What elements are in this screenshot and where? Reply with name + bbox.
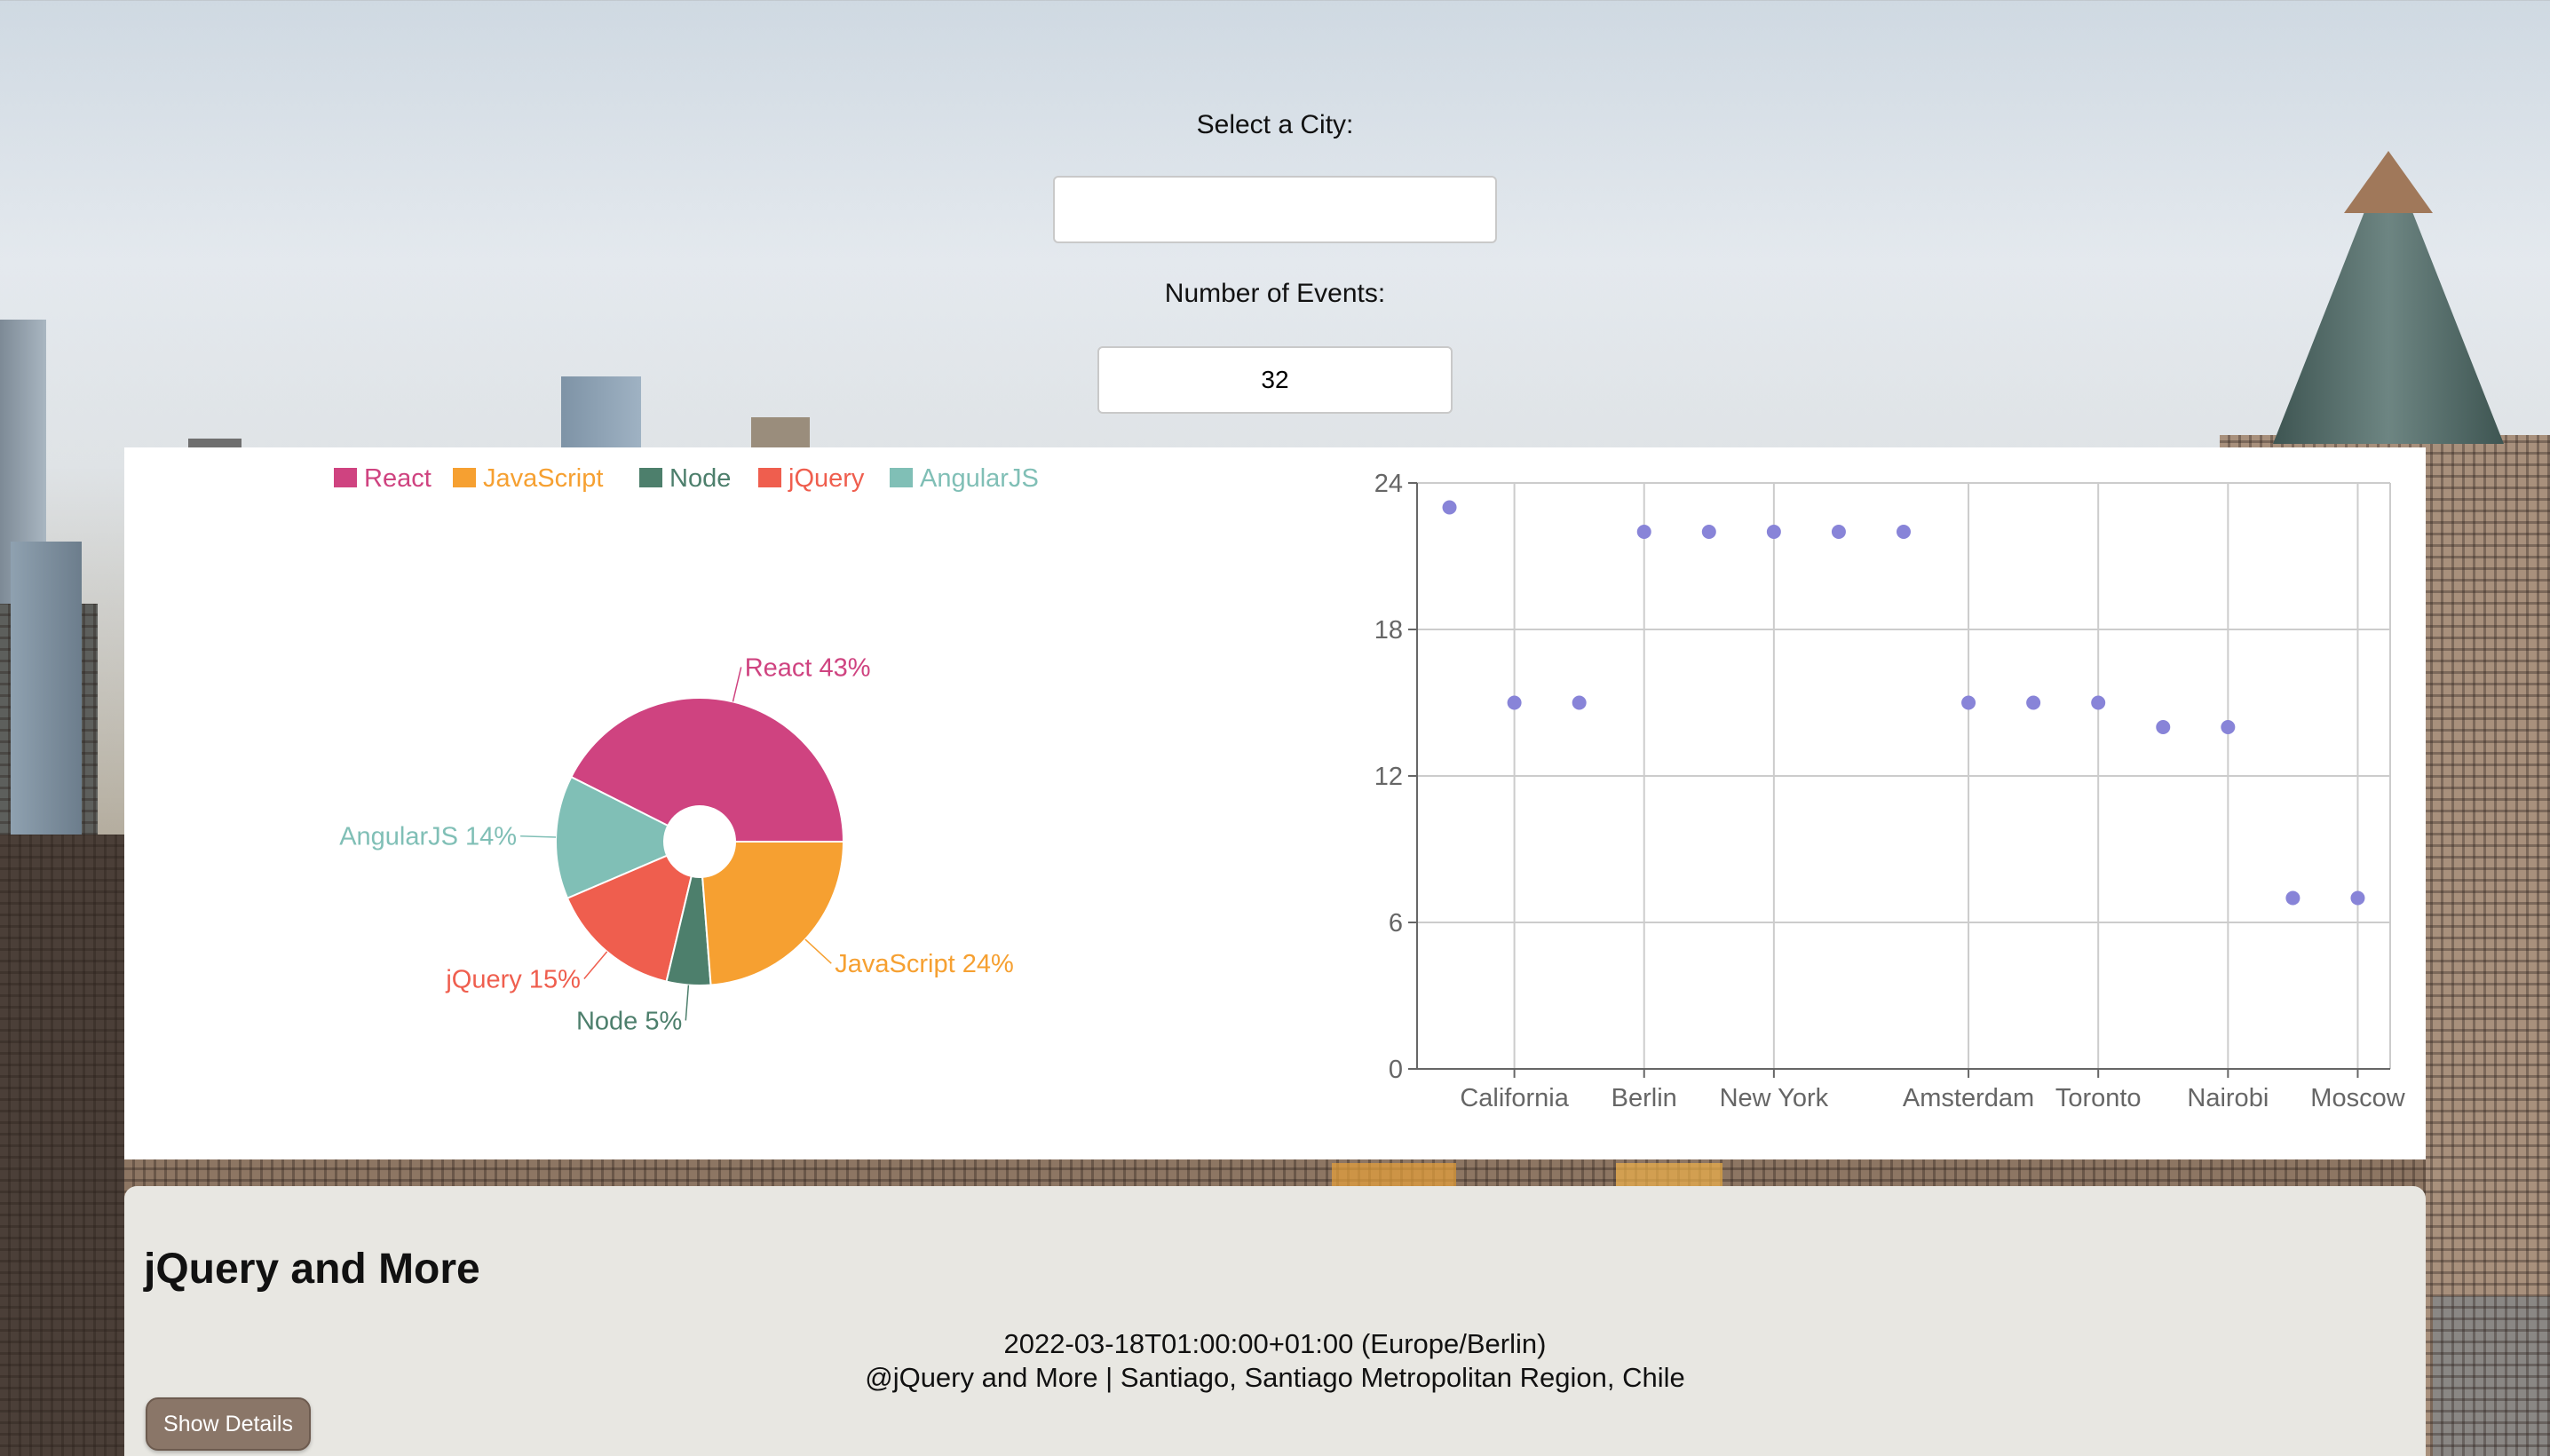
pie-data-label: Node 5% <box>576 1007 682 1035</box>
scatter-point[interactable] <box>2026 695 2041 710</box>
pie-data-label: React 43% <box>745 653 871 682</box>
event-title: jQuery and More <box>144 1246 480 1293</box>
pie-label-line <box>583 951 608 979</box>
scatter-point[interactable] <box>2285 890 2301 906</box>
event-location: @jQuery and More | Santiago, Santiago Me… <box>865 1362 1685 1393</box>
scatter-point[interactable] <box>1572 695 1587 710</box>
legend-swatch <box>334 468 357 487</box>
charts-svg: React JavaScript Node jQuery AngularJS React … <box>334 464 2406 1112</box>
y-tick-label: 24 <box>1374 470 1403 498</box>
event-datetime: 2022-03-18T01:00:00+01:00 (Europe/Berlin… <box>1003 1328 1547 1359</box>
city-input[interactable] <box>1053 176 1497 243</box>
legend-item[interactable]: AngularJS <box>890 464 1039 493</box>
scatter-point[interactable] <box>1831 525 1846 539</box>
charts-panel: React JavaScript Node jQuery AngularJS React … <box>124 447 2426 1159</box>
show-details-button[interactable]: Show Details <box>146 1397 311 1451</box>
legend-swatch <box>890 468 913 487</box>
legend-swatch <box>758 468 781 487</box>
legend-label: React <box>364 464 432 493</box>
scatter-point[interactable] <box>1701 525 1716 539</box>
pie-data-label: AngularJS 14% <box>339 823 517 851</box>
legend-label: Node <box>669 464 731 493</box>
pie-label-line <box>685 985 690 1021</box>
x-tick-label: Amsterdam <box>1903 1084 2034 1112</box>
x-tick-label: New York <box>1720 1084 1829 1112</box>
y-tick-label: 18 <box>1374 616 1403 645</box>
scatter-point[interactable] <box>2221 720 2236 734</box>
y-tick-label: 0 <box>1389 1056 1403 1084</box>
events-count-input[interactable] <box>1097 346 1453 414</box>
pie-label-line <box>520 835 557 838</box>
pie-data-label: JavaScript 24% <box>835 950 1013 978</box>
legend-item[interactable]: JavaScript <box>453 464 603 493</box>
scatter-point[interactable] <box>1897 525 1911 539</box>
scatter-point[interactable] <box>1636 525 1651 539</box>
scatter-point[interactable] <box>1507 695 1522 710</box>
scatter-chart: 0 6 12 18 24 California Berlin New York Amsterda… <box>1374 470 2406 1112</box>
legend-item[interactable]: jQuery <box>758 464 865 493</box>
scatter-point[interactable] <box>2156 720 2171 734</box>
pie-slice[interactable] <box>701 841 845 986</box>
legend-item[interactable]: Node <box>639 464 731 493</box>
x-tick-label: California <box>1460 1084 1569 1112</box>
events-count-label: Number of Events: <box>1164 279 1386 308</box>
x-tick-label: Toronto <box>2055 1084 2142 1112</box>
city-select-label: Select a City: <box>1196 110 1354 139</box>
legend-label: jQuery <box>788 464 865 493</box>
legend-swatch <box>639 468 662 487</box>
scatter-point[interactable] <box>2091 695 2106 710</box>
legend-item[interactable]: React <box>334 464 432 493</box>
scatter-point[interactable] <box>1961 695 1976 710</box>
x-tick-label: Berlin <box>1612 1084 1677 1112</box>
scatter-point[interactable] <box>2350 890 2365 906</box>
y-tick-label: 6 <box>1389 909 1403 938</box>
pie-chart: React JavaScript Node jQuery AngularJS React … <box>334 464 1039 1035</box>
y-tick-label: 12 <box>1374 763 1403 791</box>
scatter-point[interactable] <box>1442 500 1457 515</box>
legend-swatch <box>453 468 476 487</box>
scatter-point[interactable] <box>1766 525 1781 539</box>
x-tick-label: Moscow <box>2310 1084 2405 1112</box>
pie-label-line <box>732 667 742 702</box>
pie-data-label: jQuery 15% <box>445 966 581 994</box>
pie-label-line <box>804 938 832 964</box>
x-tick-label: Nairobi <box>2187 1084 2269 1112</box>
legend-label: AngularJS <box>920 464 1039 493</box>
event-card: jQuery and More 2022-03-18T01:00:00+01:0… <box>124 1186 2426 1456</box>
legend-label: JavaScript <box>483 464 603 493</box>
